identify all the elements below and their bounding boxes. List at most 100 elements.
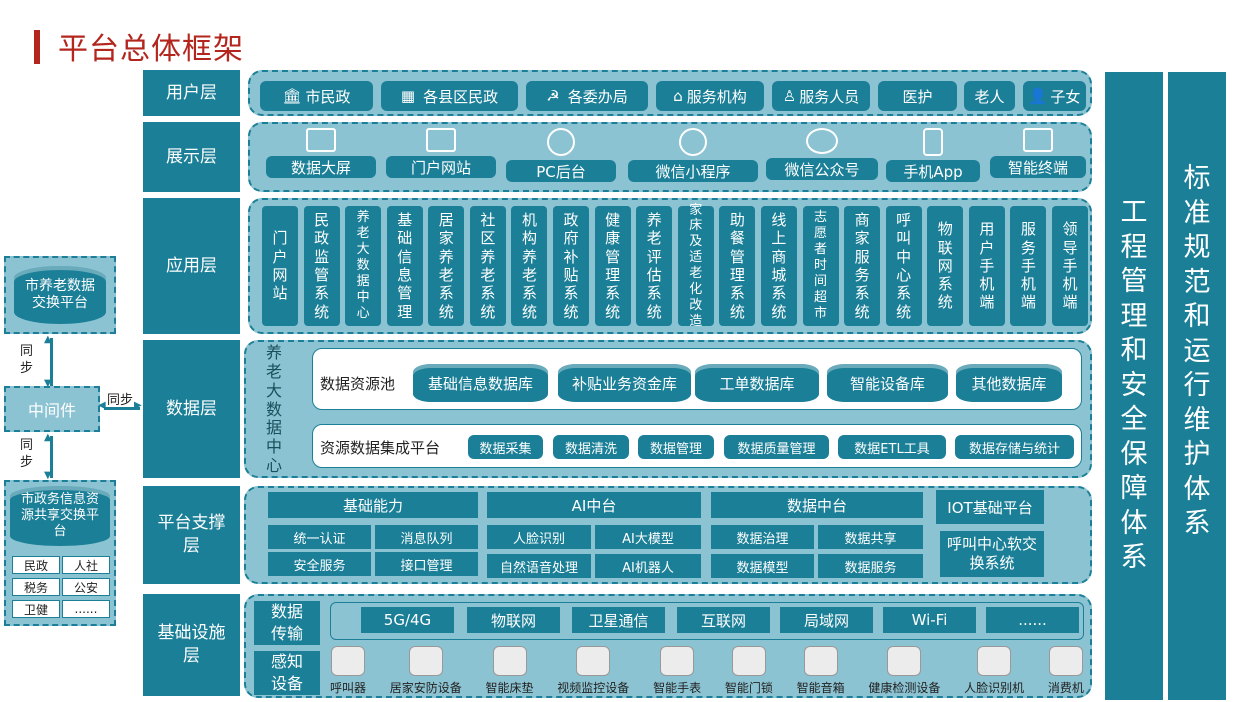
app-char: 老 <box>356 226 370 242</box>
app-char: 心 <box>356 305 370 321</box>
vertical-char: 规 <box>1183 232 1211 264</box>
gov-department: ...... <box>62 600 110 618</box>
vertical-char: 保 <box>1120 438 1148 470</box>
integration-item: 数据存储与统计 <box>955 435 1074 459</box>
vertical-char: 护 <box>1183 439 1211 471</box>
support-cell: 数据治理 <box>711 525 814 549</box>
app-item: 志愿者时间超市 <box>802 206 839 326</box>
app-item: 基础信息管理 <box>386 206 423 326</box>
device-icon <box>803 646 838 676</box>
app-char: 养 <box>356 210 370 226</box>
user-label: 各县区民政 <box>423 87 499 106</box>
app-item: 助餐管理系统 <box>719 206 756 326</box>
device-label: 智能门锁 <box>724 681 773 695</box>
engineering-security-system: 工程管理和安全保障体系 <box>1105 72 1163 700</box>
gov-department: 税务 <box>12 578 60 596</box>
vertical-char: 运 <box>1183 335 1211 367</box>
display-label: 门户网站 <box>386 156 496 178</box>
sensing-device: 智能床垫 <box>486 646 534 698</box>
app-char: 统 <box>605 302 621 321</box>
vertical-char: 全 <box>1120 404 1148 436</box>
support-cell: 自然语音处理 <box>487 554 591 578</box>
app-char: 物 <box>937 220 953 239</box>
app-char: 网 <box>937 256 953 275</box>
page-title: 平台总体框架 <box>58 32 244 67</box>
app-item: 民政监管系统 <box>303 206 340 326</box>
sensing-device: 人脸识别机 <box>964 646 1024 698</box>
app-char: 餐 <box>729 229 745 248</box>
app-char: 社 <box>480 211 496 230</box>
transmission-label: 数据传输 <box>254 601 320 645</box>
app-char: 评 <box>646 247 662 266</box>
app-char: 间 <box>814 273 828 289</box>
device-label: 呼叫器 <box>330 681 367 695</box>
app-char: 系 <box>937 275 953 294</box>
vertical-char: 安 <box>1120 369 1148 401</box>
support-cell: 数据服务 <box>818 554 923 578</box>
device-label: 智能床垫 <box>485 681 534 695</box>
app-char: 理 <box>605 266 621 284</box>
vertical-char: 范 <box>1183 266 1211 298</box>
app-char: 息 <box>397 266 413 284</box>
office-icon: ▦ <box>400 87 416 105</box>
transmission-item: 5G/4G <box>361 607 454 633</box>
sensing-device: 智能手表 <box>653 646 701 698</box>
sync-label-horizontal: 同步 <box>107 393 134 408</box>
device-label: 智能音箱 <box>796 681 845 695</box>
app-char: 中 <box>896 247 912 266</box>
iot-platform: IOT基础平台 <box>936 490 1044 524</box>
app-char: 网 <box>272 266 288 284</box>
app-char: 基 <box>397 211 413 230</box>
app-char: 统 <box>563 302 579 321</box>
support-cell: 消息队列 <box>375 525 478 549</box>
app-char: 理 <box>397 302 413 321</box>
display-item: 数据大屏 <box>266 128 376 186</box>
gov-department: 人社 <box>62 556 110 574</box>
vertical-char: 和 <box>1120 335 1148 367</box>
support-title: 基础能力 <box>268 492 478 518</box>
device-label: 居家安防设备 <box>389 681 462 695</box>
app-item: 线上商城系统 <box>760 206 797 326</box>
house-icon: ⌂ <box>673 87 683 105</box>
emblem-icon: ☭ <box>546 87 560 105</box>
app-char: 系 <box>314 284 330 303</box>
app-item: 政府补贴系统 <box>553 206 590 326</box>
app-item: 门户网站 <box>262 206 298 326</box>
support-cell: 安全服务 <box>268 552 371 576</box>
arrow-head-left: ◀ <box>98 400 106 411</box>
device-label: 视频监控设备 <box>557 681 630 695</box>
layer-label-user: 用户层 <box>143 70 240 116</box>
app-char: 导 <box>1062 238 1078 257</box>
database-item: 其他数据库 <box>956 364 1062 402</box>
database-item: 工单数据库 <box>695 364 819 402</box>
app-char: 系 <box>438 284 454 303</box>
app-char: 志 <box>814 210 828 226</box>
database-item: 基础信息数据库 <box>413 364 548 402</box>
support-cell: 数据模型 <box>711 554 814 578</box>
app-char: 改 <box>689 297 703 313</box>
display-label: 数据大屏 <box>266 156 376 178</box>
app-char: 助 <box>729 211 745 230</box>
app-char: 床 <box>689 218 703 234</box>
user-icon: 👤 <box>1028 87 1048 105</box>
app-char: 统 <box>771 302 787 321</box>
user-pill: ⌂ 服务机构 <box>656 81 764 111</box>
app-char: 城 <box>771 266 787 284</box>
sensing-device: 消费机 <box>1048 646 1084 698</box>
app-item: 居家养老系统 <box>428 206 465 326</box>
database-item: 智能设备库 <box>827 364 948 402</box>
app-char: 养 <box>521 247 537 266</box>
pc-icon <box>547 128 575 156</box>
arrow-head-up: ▲ <box>44 334 52 345</box>
user-label: 服务人员 <box>799 87 860 106</box>
vertical-char: 和 <box>1183 301 1211 333</box>
app-char: 机 <box>979 275 995 294</box>
app-char: 管 <box>314 266 330 284</box>
chart-screen-icon <box>306 128 336 152</box>
app-char: 统 <box>646 302 662 321</box>
app-char: 补 <box>563 247 579 266</box>
app-char: 手 <box>1020 256 1036 275</box>
support-cell: AI大模型 <box>595 525 701 549</box>
arrow-head-right: ▶ <box>134 400 142 411</box>
app-char: 商 <box>854 211 870 230</box>
